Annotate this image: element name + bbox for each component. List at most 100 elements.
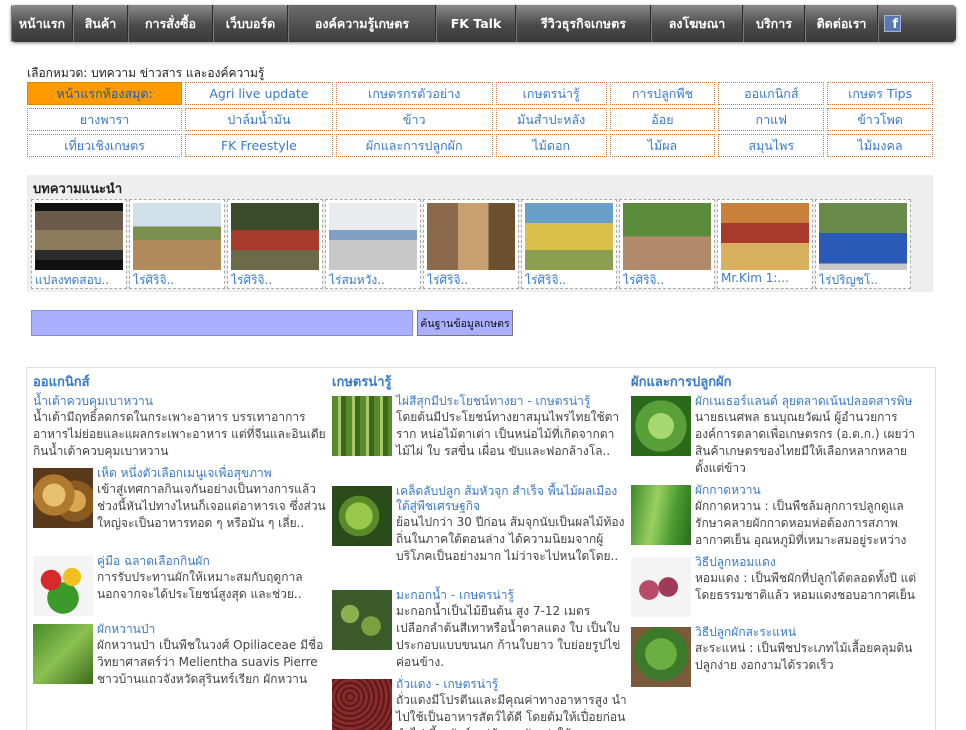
recommended-list: แปลงทดสอบ.. ไร่ศิริจิ.. ไร่ศิริจิ.. ไร่ส… (31, 199, 911, 289)
top-nav: หน้าแรก สินค้า การสั่งซื้อ เว็บบอร์ด องค… (11, 5, 956, 42)
recommended-caption: ไร่ศิริจิ.. (623, 273, 665, 287)
article-item: เคล็ดลับปลูก ส้มหัวจุก สำเร็จ พื้นไม้ผลเ… (332, 484, 627, 582)
nav-contact[interactable]: ติดต่อเรา (805, 5, 878, 42)
recommended-caption: แปลงทดสอบ.. (35, 273, 110, 287)
article-item: ผักกาดหวาน ผักกาดหวาน : เป็นพืชล้มลุกการ… (631, 483, 931, 549)
category-row: เที่ยวเชิงเกษตร FK Freestyle ผักและการปล… (27, 134, 933, 157)
category-grid: หน้าแรกห้องสมุด: Agri live update เกษตรก… (27, 82, 933, 160)
nav-advertise[interactable]: ลงโฆษณา (651, 5, 743, 42)
red-bean-photo[interactable] (332, 679, 392, 730)
category-rubber[interactable]: ยางพารา (27, 108, 183, 131)
recommended-caption: ไร่สมหวัง.. (329, 273, 385, 287)
category-agri-tips[interactable]: เกษตร Tips (827, 82, 933, 105)
article-link[interactable]: ถั่วแดง - เกษตรน่ารู้ (396, 677, 627, 692)
recommended-item[interactable]: ไร่ศิริจิ.. (521, 199, 617, 289)
nav-products[interactable]: สินค้า (73, 5, 128, 42)
romaine-photo[interactable] (631, 485, 691, 545)
article-item: ผักหวานป่า ผักหวานป่า เป็นพืชในวงศ์ Opil… (33, 622, 328, 688)
column-title[interactable]: เกษตรน่ารู้ (332, 371, 627, 392)
article-link[interactable]: ผักหวานป่า (97, 622, 328, 637)
olive-photo[interactable] (332, 590, 392, 650)
vegetables-photo[interactable] (33, 556, 93, 616)
category-agro-tourism[interactable]: เที่ยวเชิงเกษตร (27, 134, 183, 157)
search-button[interactable]: ค้นฐานข้อมูลเกษตร (417, 310, 513, 336)
nav-orders[interactable]: การสั่งซื้อ (128, 5, 213, 42)
shallot-photo[interactable] (631, 557, 691, 617)
article-item: วิธีปลูกหอมแดง หอมแดง : เป็นพืชผักที่ปลู… (631, 555, 931, 619)
category-fruit-trees[interactable]: ไม้ผล (609, 134, 716, 157)
article-link[interactable]: คู่มือ ฉลาดเลือกกินผัก (97, 554, 328, 569)
green-orange-photo[interactable] (332, 486, 392, 546)
column-title[interactable]: ออแกนิกส์ (33, 371, 328, 392)
category-agri-live-update[interactable]: Agri live update (185, 82, 333, 105)
wild-sweet-leaf-photo[interactable] (33, 624, 93, 684)
recommended-caption: ไร่ปริญชโ.. (819, 273, 878, 287)
plants-in-barrels-photo (819, 203, 907, 270)
category-fk-freestyle[interactable]: FK Freestyle (185, 134, 333, 157)
recommended-item[interactable]: ไร่ศิริจิ.. (423, 199, 519, 289)
category-sugarcane[interactable]: อ้อย (609, 108, 716, 131)
article-summary: ถั่วแดงมีโปรตีนและมีคุณค่าทางอาหารสูง นำ… (396, 693, 627, 730)
article-link[interactable]: วิธีปลูกผักสะระแหน่ (695, 625, 931, 640)
category-palm-oil[interactable]: ปาล์มน้ำมัน (185, 108, 333, 131)
recommended-articles: บทความแนะนำ แปลงทดสอบ.. ไร่ศิริจิ.. ไร่ศ… (27, 175, 933, 292)
recommended-item[interactable]: ไร่สมหวัง.. (325, 199, 421, 289)
recommended-item[interactable]: แปลงทดสอบ.. (31, 199, 127, 289)
article-link[interactable]: ผักกาดหวาน (695, 483, 931, 498)
mushroom-photo[interactable] (33, 468, 93, 528)
article-summary: การรับประทานผักให้เหมาะสมกับฤดูกาลนอกจาก… (97, 570, 303, 601)
category-library-home[interactable]: หน้าแรกห้องสมุด: (27, 82, 183, 105)
article-link[interactable]: มะกอกน้ำ - เกษตรน่ารู้ (396, 588, 627, 603)
recommended-item[interactable]: ไร่ศิริจิ.. (227, 199, 323, 289)
article-body: น้ำเต้าควบคุมเบาหวาน น้ำเต้ามีฤทธิ์ลดกรด… (33, 394, 328, 460)
category-flowers[interactable]: ไม้ดอก (495, 134, 607, 157)
article-link[interactable]: ผักเนเธอร์แลนด์ ลุยตลาดเน้นปลอดสารพิษ (695, 394, 931, 409)
bamboo-photo[interactable] (332, 396, 392, 456)
recommended-item[interactable]: ไร่ศิริจิ.. (129, 199, 225, 289)
article-item: เห็ด หนึ่งตัวเลือกเมนูเจเพื่อสุขภาพ เข้า… (33, 466, 328, 548)
nav-review[interactable]: รีวิวธุรกิจเกษตร (516, 5, 651, 42)
recommended-item[interactable]: Mr.Kim 1:... (717, 199, 813, 289)
recommended-caption: ไร่ศิริจิ.. (525, 273, 567, 287)
facebook-link[interactable]: f (878, 5, 906, 42)
article-item: ถั่วแดง - เกษตรน่ารู้ ถั่วแดงมีโปรตีนและ… (332, 677, 627, 730)
nav-home[interactable]: หน้าแรก (11, 5, 73, 42)
category-coffee[interactable]: กาแฟ (718, 108, 825, 131)
article-link[interactable]: น้ำเต้าควบคุมเบาหวาน (33, 394, 328, 409)
article-body: ผักกาดหวาน ผักกาดหวาน : เป็นพืชล้มลุกการ… (695, 483, 931, 549)
recommended-caption: ไร่ศิริจิ.. (427, 273, 469, 287)
farm-photo (133, 203, 221, 270)
article-link[interactable]: วิธีปลูกหอมแดง (695, 555, 931, 570)
article-item: วิธีปลูกผักสะระแหน่ สะระแหน่ : เป็นพืชปร… (631, 625, 931, 687)
category-agri-tips-knowledge[interactable]: เกษตรน่ารู้ (495, 82, 607, 105)
nav-services[interactable]: บริการ (743, 5, 805, 42)
article-body: เคล็ดลับปลูก ส้มหัวจุก สำเร็จ พื้นไม้ผลเ… (396, 484, 627, 565)
lettuce-photo[interactable] (631, 396, 691, 456)
category-vegetables[interactable]: ผักและการปลูกผัก (335, 134, 493, 157)
column-title[interactable]: ผักและการปลูกผัก (631, 371, 931, 392)
category-rice[interactable]: ข้าว (335, 108, 493, 131)
article-link[interactable]: เห็ด หนึ่งตัวเลือกเมนูเจเพื่อสุขภาพ (97, 466, 328, 481)
category-auspicious-plants[interactable]: ไม้มงคล (827, 134, 933, 157)
mint-photo[interactable] (631, 627, 691, 687)
search-input[interactable] (31, 310, 413, 336)
column-vegetables: ผักและการปลูกผัก ผักเนเธอร์แลนด์ ลุยตลาด… (631, 371, 931, 687)
category-herbs[interactable]: สมุนไพร (718, 134, 825, 157)
nav-agri-knowledge[interactable]: องค์ความรู้เกษตร (288, 5, 436, 42)
category-cassava[interactable]: มันสำปะหลัง (495, 108, 607, 131)
column-organic: ออแกนิกส์ น้ำเต้าควบคุมเบาหวาน น้ำเต้ามี… (33, 371, 328, 694)
category-model-farmer[interactable]: เกษตรกรตัวอย่าง (335, 82, 493, 105)
recommended-caption: ไร่ศิริจิ.. (133, 273, 175, 287)
category-organic[interactable]: ออแกนิกส์ (718, 82, 825, 105)
category-planting[interactable]: การปลูกพืช (609, 82, 716, 105)
recommended-item[interactable]: ไร่ศิริจิ.. (619, 199, 715, 289)
article-body: เห็ด หนึ่งตัวเลือกเมนูเจเพื่อสุขภาพ เข้า… (97, 466, 328, 532)
article-link[interactable]: เคล็ดลับปลูก ส้มหัวจุก สำเร็จ พื้นไม้ผลเ… (396, 484, 627, 514)
category-corn[interactable]: ข้าวโพด (827, 108, 933, 131)
nav-webboard[interactable]: เว็บบอร์ด (213, 5, 288, 42)
nav-fk-talk[interactable]: FK Talk (436, 5, 516, 42)
article-link[interactable]: ไผ่สีสุกมีประโยชน์ทางยา - เกษตรน่ารู้ (396, 394, 627, 409)
article-item: มะกอกน้ำ - เกษตรน่ารู้ มะกอกน้ำเป็นไม้ยื… (332, 588, 627, 671)
plantation-photo (623, 203, 711, 270)
recommended-item[interactable]: ไร่ปริญชโ.. (815, 199, 911, 289)
